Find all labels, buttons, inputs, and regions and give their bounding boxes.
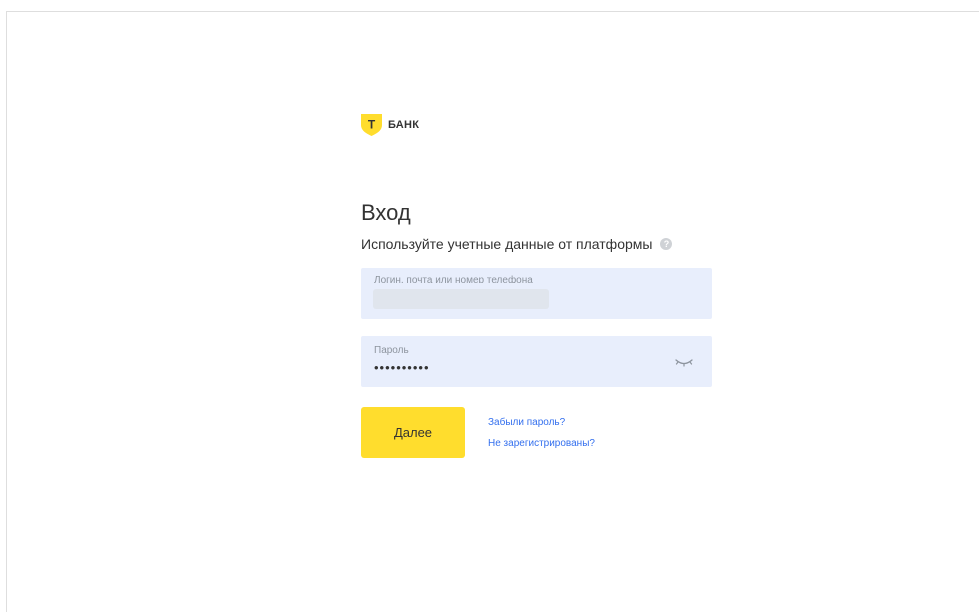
password-field-value[interactable]: •••••••••• — [374, 361, 430, 375]
register-link[interactable]: Не зарегистрированы? — [488, 437, 595, 450]
login-field[interactable]: Логин, почта или номер телефона — [361, 268, 712, 319]
password-field-label: Пароль — [374, 345, 409, 356]
page-title: Вход — [361, 200, 411, 225]
logo-text: БАНК — [388, 119, 420, 131]
password-field[interactable]: Пароль •••••••••• — [361, 336, 712, 387]
brand-logo[interactable]: Т БАНК — [361, 114, 419, 136]
subtitle-text: Используйте учетные данные от платформы — [361, 236, 653, 252]
submit-button[interactable]: Далее — [361, 407, 465, 458]
shield-letter: Т — [368, 118, 376, 132]
login-field-label: Логин, почта или номер телефона — [374, 275, 533, 286]
shield-logo-icon: Т — [361, 114, 382, 136]
login-field-value[interactable] — [373, 289, 549, 309]
eye-closed-icon[interactable] — [675, 357, 693, 369]
question-circle-icon[interactable]: ? — [660, 238, 673, 250]
subtitle-row: Используйте учетные данные от платформы … — [361, 235, 673, 253]
forgot-password-link[interactable]: Забыли пароль? — [488, 416, 565, 429]
